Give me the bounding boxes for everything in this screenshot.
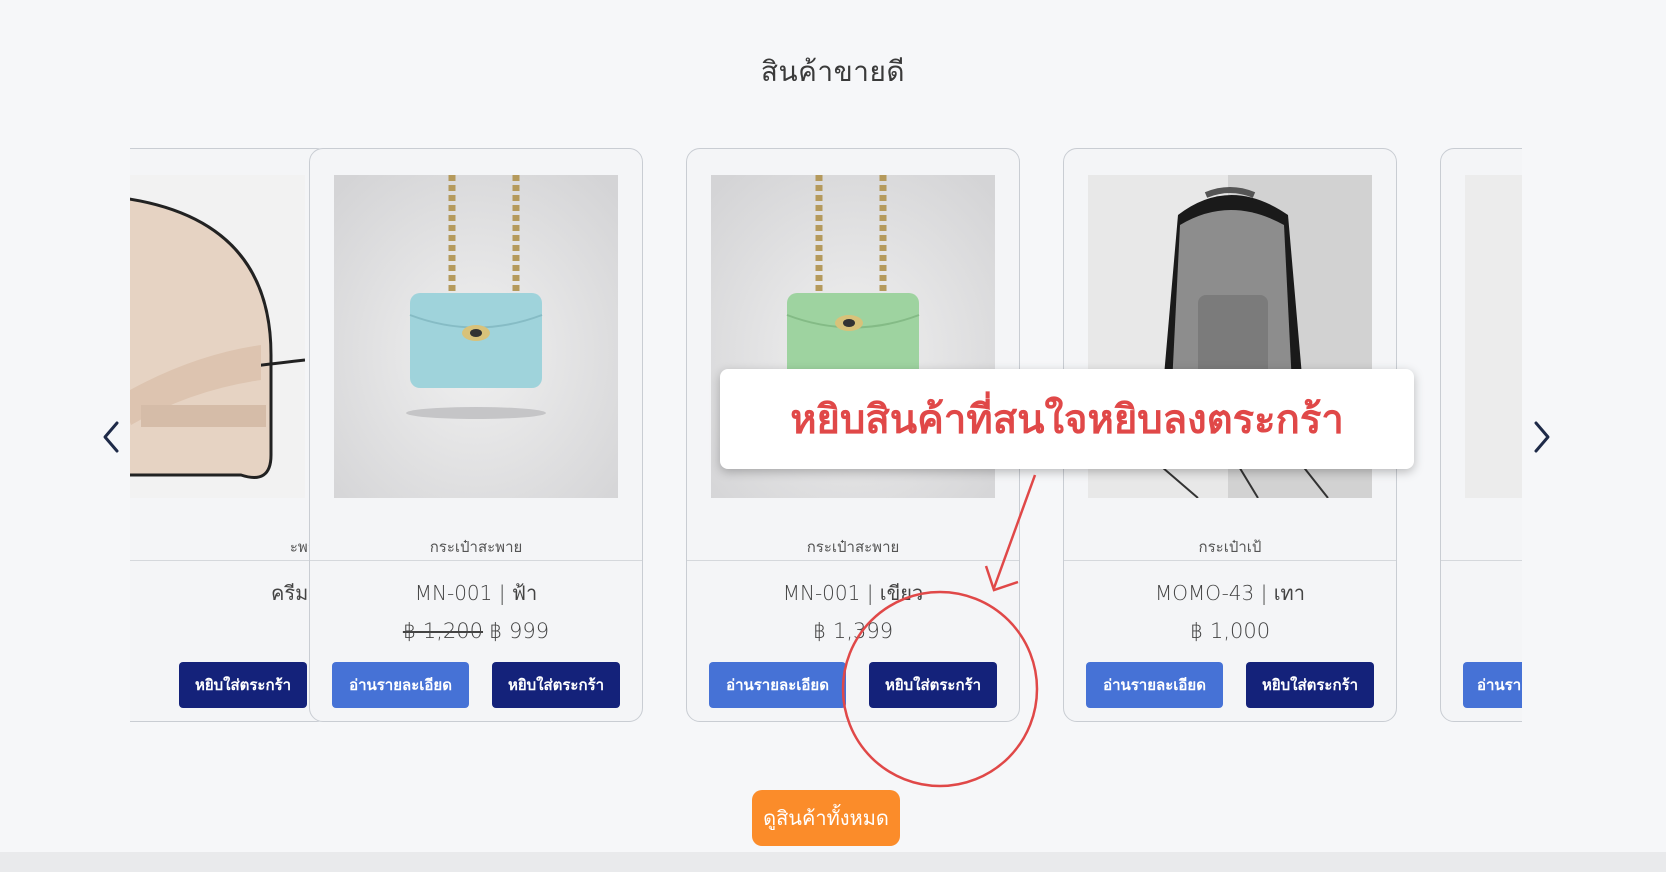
read-details-button[interactable]: อ่านรายละเอียด (332, 662, 469, 708)
product-category: ะพาย (289, 538, 325, 556)
carousel-prev-button[interactable] (96, 415, 126, 459)
product-category: กระเป๋าเป้ (1198, 538, 1262, 556)
product-price: ฿ 1,399 (812, 619, 894, 643)
carousel-next-button[interactable] (1527, 415, 1557, 459)
product-category: กระเป๋าสะพาย (806, 538, 900, 556)
card-divider (130, 560, 329, 561)
product-image[interactable] (334, 175, 618, 498)
product-card: อ่านรา (1440, 148, 1522, 722)
product-name: MN-001 | ฟ้า (414, 581, 538, 605)
read-details-button[interactable]: อ่านรายละเอียด (1086, 662, 1223, 708)
read-details-button[interactable]: อ่านรายละเอียด (709, 662, 846, 708)
product-price: ฿ 1,200 ฿ 999 (310, 619, 642, 643)
page-title: สินค้าขายดี (760, 55, 906, 88)
product-card: กระเป๋าสะพาย MN-001 | ฟ้า ฿ 1,200 ฿ 999 อ… (309, 148, 643, 722)
product-name: MOMO-43 | เทา (1155, 581, 1305, 605)
card-divider (310, 560, 642, 561)
add-to-cart-button[interactable]: หยิบใส่ตระกร้า (492, 662, 620, 708)
product-price: ฿ 1,000 (1189, 619, 1271, 643)
product-image[interactable] (130, 175, 305, 498)
add-to-cart-button[interactable]: หยิบใส่ตระกร้า (1246, 662, 1374, 708)
add-to-cart-button[interactable]: หยิบใส่ตระกร้า (869, 662, 997, 708)
view-all-products-button[interactable]: ดูสินค้าทั้งหมด (752, 790, 900, 846)
sale-price: ฿ 999 (489, 619, 550, 643)
product-category: กระเป๋าสะพาย (429, 538, 523, 556)
instruction-callout: หยิบสินค้าที่สนใจหยิบลงตระกร้า (720, 369, 1414, 469)
add-to-cart-button[interactable]: หยิบใส่ตระกร้า (179, 662, 307, 708)
chevron-left-icon (103, 421, 119, 453)
card-divider (1441, 560, 1522, 561)
old-price: ฿ 1,200 (402, 619, 484, 643)
chevron-right-icon (1534, 421, 1550, 453)
product-card: ะพาย ครีม หยิบใส่ตระกร้า (130, 148, 330, 722)
footer-bar (0, 852, 1666, 872)
read-details-button[interactable]: อ่านรา (1463, 662, 1522, 708)
product-name: MN-001 | เขียว (782, 581, 924, 605)
product-image[interactable] (1465, 175, 1522, 498)
card-divider (1064, 560, 1396, 561)
card-divider (687, 560, 1019, 561)
